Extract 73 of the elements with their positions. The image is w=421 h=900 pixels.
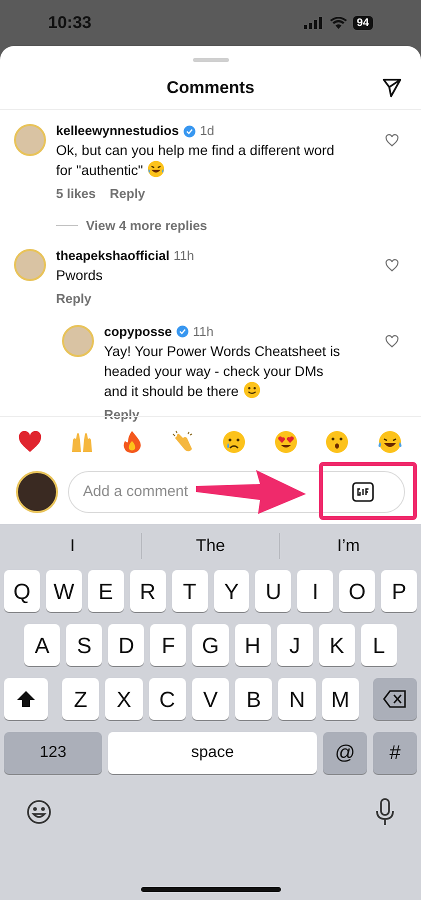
letter-key[interactable]: D bbox=[108, 624, 144, 666]
letter-key[interactable]: L bbox=[360, 624, 397, 666]
letter-key[interactable]: O bbox=[339, 570, 376, 612]
numbers-key[interactable]: 123 bbox=[4, 732, 102, 774]
laughing-face-icon bbox=[147, 160, 165, 178]
word-suggestion[interactable]: I bbox=[70, 533, 75, 559]
letter-key[interactable]: F bbox=[150, 624, 186, 666]
letter-key[interactable]: W bbox=[46, 570, 82, 612]
wifi-icon bbox=[330, 17, 347, 29]
laughing-face-emoji-icon[interactable] bbox=[376, 430, 403, 454]
letter-key[interactable]: T bbox=[172, 570, 208, 612]
comment-text: Ok, but can you help me find a different word for "authentic" bbox=[56, 141, 336, 180]
letter-key[interactable]: Y bbox=[214, 570, 250, 612]
username[interactable]: copyposse bbox=[104, 322, 172, 340]
letter-key[interactable]: V bbox=[192, 678, 230, 720]
battery-level: 94 bbox=[352, 16, 373, 30]
view-replies-link[interactable]: View 4 more replies bbox=[86, 216, 208, 235]
letter-key[interactable]: A bbox=[24, 624, 60, 666]
send-icon[interactable] bbox=[381, 76, 403, 98]
smiling-face-icon bbox=[242, 380, 261, 398]
letter-key[interactable]: R bbox=[130, 570, 166, 612]
letter-key[interactable]: J bbox=[276, 624, 313, 666]
symbol-key[interactable]: @ bbox=[323, 732, 367, 774]
heart-eyes-emoji-icon[interactable] bbox=[274, 430, 298, 454]
comment-time: 11h bbox=[173, 247, 194, 265]
word-suggestion[interactable]: I’m bbox=[337, 533, 360, 559]
comment-time: 11h bbox=[192, 322, 214, 340]
letter-key[interactable]: K bbox=[318, 624, 355, 666]
letter-key[interactable]: N bbox=[278, 678, 316, 720]
username[interactable]: theapekshaofficial bbox=[56, 247, 170, 265]
like-heart-icon[interactable] bbox=[385, 334, 399, 348]
letter-key[interactable]: X bbox=[105, 678, 143, 720]
comment-time: 1d bbox=[200, 122, 214, 140]
symbol-key[interactable]: # bbox=[373, 732, 417, 774]
reply-link[interactable]: Reply bbox=[56, 289, 92, 308]
word-suggestion[interactable]: The bbox=[196, 533, 226, 559]
letter-key[interactable]: U bbox=[255, 570, 292, 612]
reply-link[interactable]: Reply bbox=[110, 184, 146, 204]
crying-face-emoji-icon[interactable] bbox=[222, 430, 246, 454]
letter-key[interactable]: H bbox=[234, 624, 271, 666]
shift-key[interactable] bbox=[4, 678, 48, 720]
sheet-title: Comments bbox=[166, 76, 254, 99]
user-avatar bbox=[16, 471, 58, 513]
emoji-keyboard-icon[interactable] bbox=[26, 799, 52, 825]
letter-key[interactable]: E bbox=[88, 570, 124, 612]
shift-arrow-icon bbox=[16, 689, 36, 709]
comment-text: Yay! Your Power Words Cheatsheet is headed your way - check your DMs and it should be there bbox=[104, 342, 342, 400]
backspace-key[interactable] bbox=[372, 678, 417, 720]
letter-key[interactable]: Z bbox=[62, 678, 100, 720]
comment-text: Pwords bbox=[56, 266, 104, 285]
letter-key[interactable]: G bbox=[192, 624, 229, 666]
verified-badge-icon bbox=[176, 325, 189, 338]
letter-key[interactable]: Q bbox=[4, 570, 40, 612]
heart-emoji-icon[interactable] bbox=[18, 430, 42, 452]
letter-key[interactable]: S bbox=[66, 624, 102, 666]
status-time: 10:33 bbox=[48, 12, 92, 34]
username[interactable]: kelleewynnestudios bbox=[56, 122, 179, 140]
like-heart-icon[interactable] bbox=[385, 134, 399, 147]
backspace-icon bbox=[382, 690, 407, 708]
microphone-icon[interactable] bbox=[375, 798, 395, 826]
verified-badge-icon bbox=[182, 124, 196, 138]
likes-count[interactable]: 5 likes bbox=[56, 184, 96, 204]
surprised-face-emoji-icon[interactable] bbox=[325, 430, 350, 454]
letter-key[interactable]: C bbox=[148, 678, 186, 720]
letter-key[interactable]: B bbox=[235, 678, 272, 720]
like-heart-icon[interactable] bbox=[385, 259, 399, 272]
gif-icon[interactable] bbox=[352, 482, 374, 502]
fire-emoji-icon[interactable] bbox=[121, 430, 144, 454]
letter-key[interactable]: I bbox=[297, 570, 334, 612]
signal-icon bbox=[304, 17, 324, 29]
letter-key[interactable]: P bbox=[381, 570, 418, 612]
letter-key[interactable]: M bbox=[322, 678, 359, 720]
space-key[interactable]: space bbox=[108, 732, 317, 774]
